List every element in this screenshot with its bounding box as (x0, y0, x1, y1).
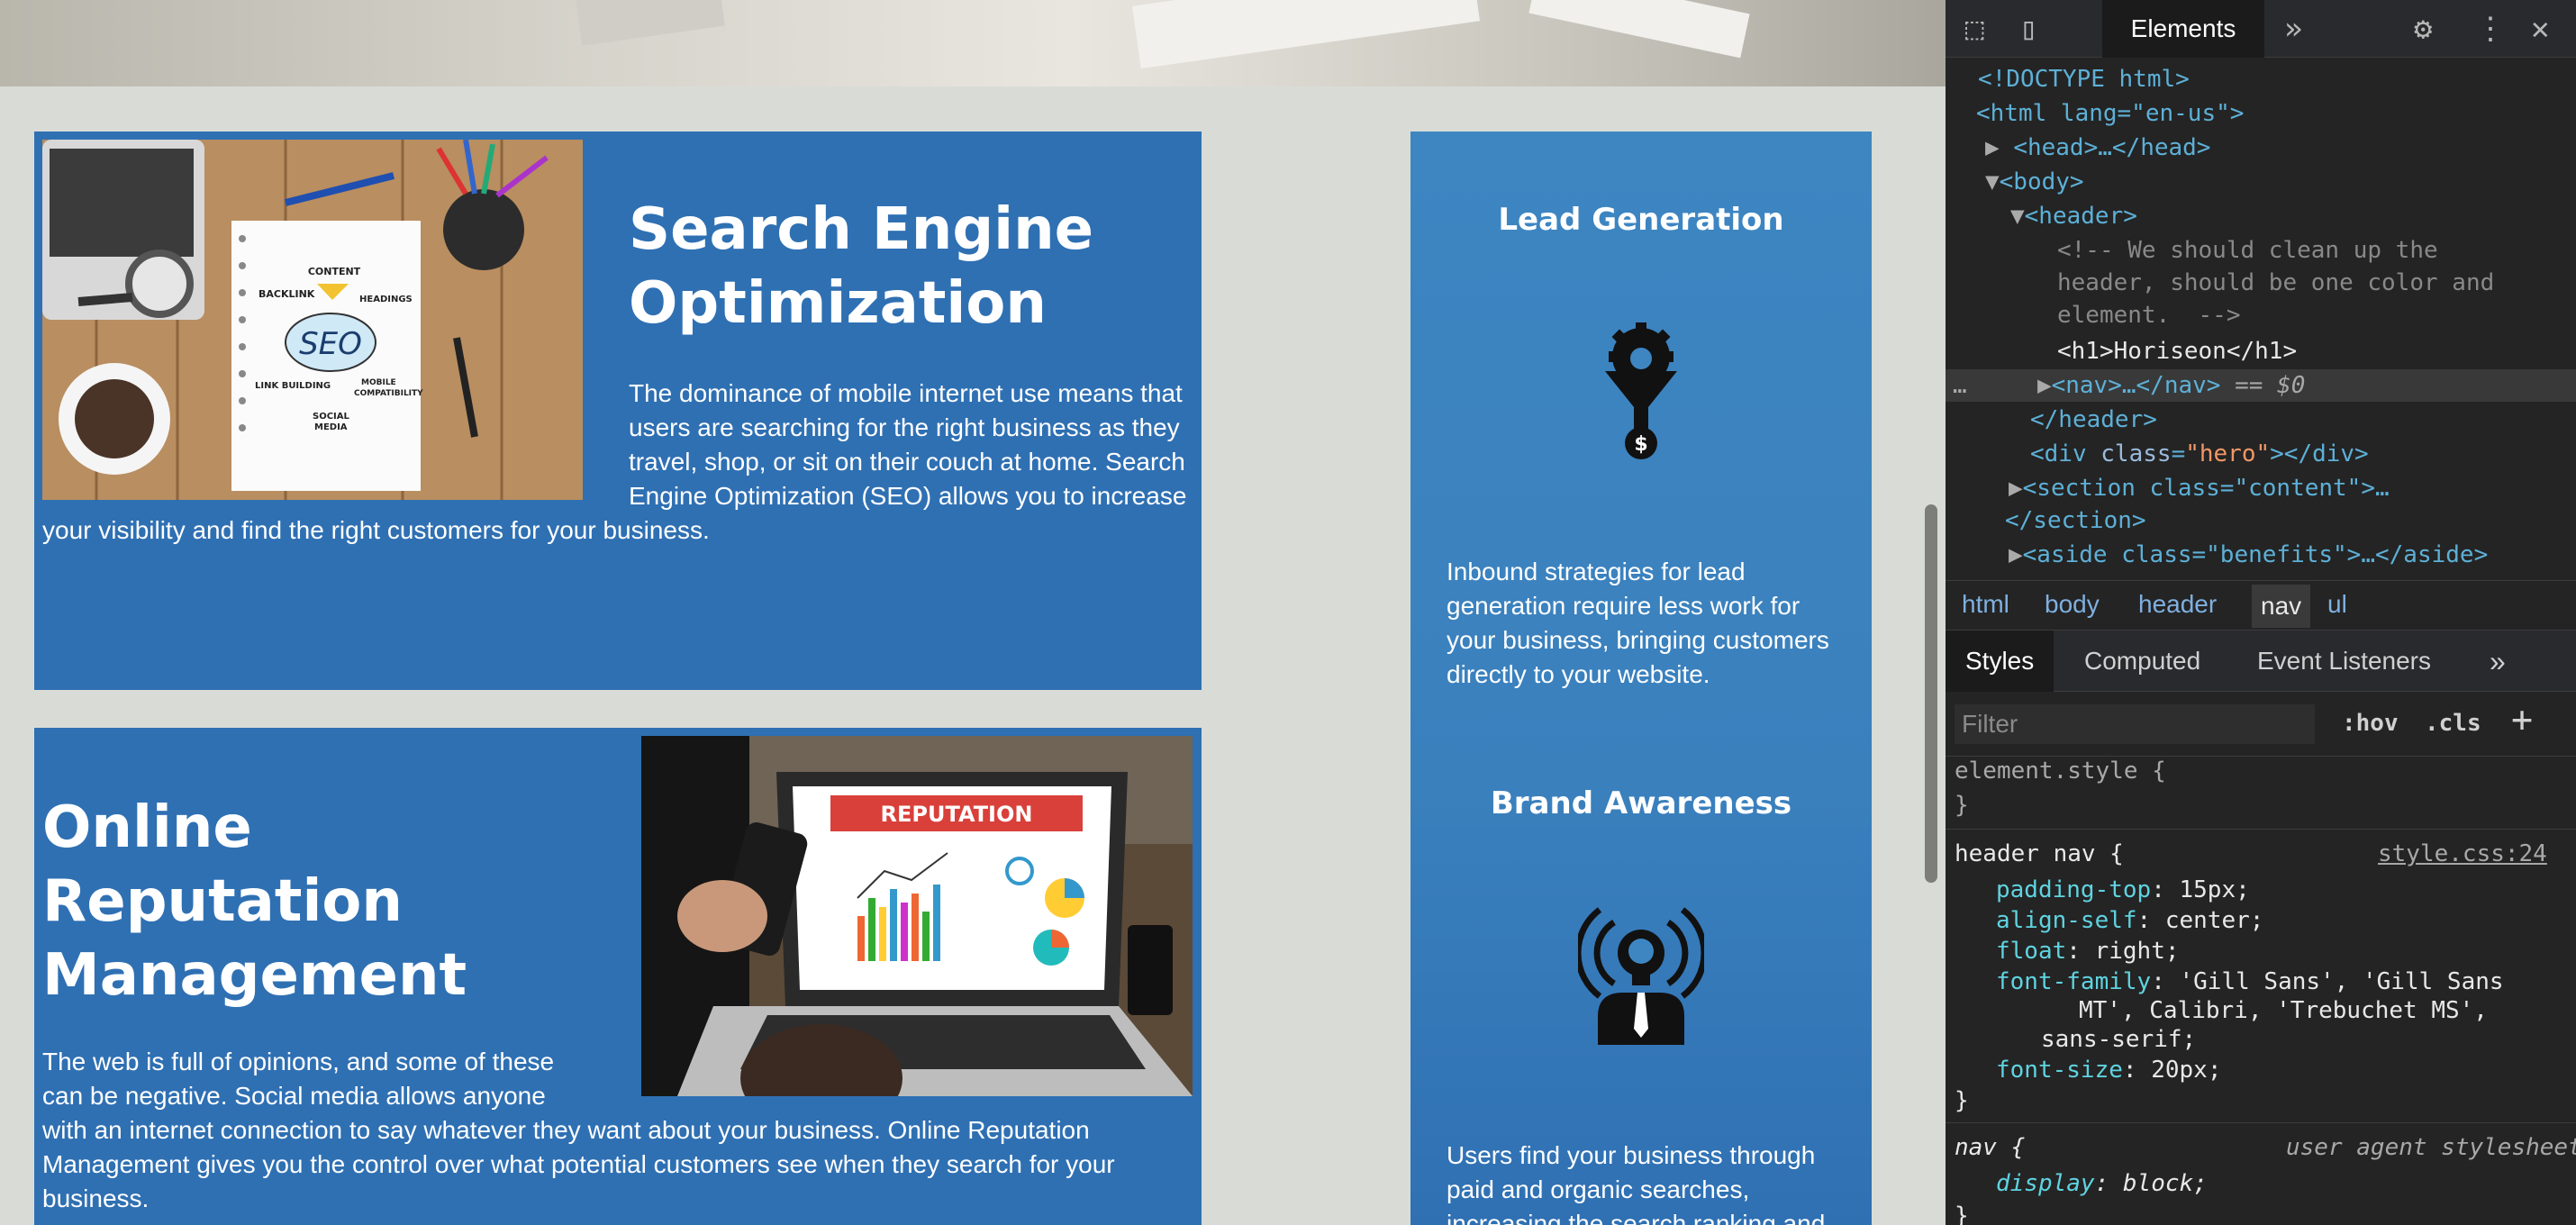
css-prop-font-size[interactable]: font-size: 20px; (1996, 1056, 2221, 1084)
header-nav-close: } (1955, 1087, 1969, 1114)
device-toolbar-icon[interactable]: ▯ (2019, 0, 2037, 58)
element-style-selector[interactable]: element.style { (1955, 757, 2166, 785)
gear-icon[interactable]: ⚙ (2414, 0, 2432, 58)
breadcrumb-nav[interactable]: nav (2252, 585, 2311, 628)
dom-comment-line-1[interactable]: <!-- We should clean up the (2057, 234, 2438, 267)
dom-line-doctype[interactable]: <!DOCTYPE html> (1978, 63, 2190, 95)
svg-text:REPUTATION: REPUTATION (881, 802, 1033, 827)
stylesheet-source-link[interactable]: style.css:24 (2378, 839, 2547, 868)
seo-card: SEO CONTENT BACKLINK HEADINGS LINK BUILD… (34, 132, 1202, 690)
nav-selector[interactable]: nav { (1955, 1133, 2025, 1162)
expand-triangle-icon[interactable]: ▶ (2037, 372, 2052, 399)
user-agent-stylesheet-label: user agent stylesheet (2286, 1134, 2576, 1161)
breadcrumb: html body header nav ul (1946, 580, 2576, 631)
css-prop-font-family-end: sans-serif; (2041, 1026, 2197, 1053)
dom-line-body[interactable]: ▼<body> (1985, 166, 2084, 198)
cls-toggle[interactable]: .cls (2425, 710, 2481, 737)
more-tabs-icon[interactable]: » (2490, 631, 2506, 692)
orm-title: Online Reputation Management (42, 794, 467, 1009)
breadcrumb-html[interactable]: html (1962, 590, 2009, 619)
lead-generation-title: Lead Generation (1498, 202, 1784, 238)
dom-line-h1[interactable]: <h1>Horiseon</h1> (2057, 335, 2297, 368)
dom-line-header[interactable]: ▼<header> (2010, 200, 2137, 232)
dom-line-section-close[interactable]: </section> (2005, 504, 2146, 537)
hero-image-strip (0, 0, 1946, 86)
seo-text-float-spacer (42, 377, 629, 513)
brand-awareness-title: Brand Awareness (1490, 785, 1792, 821)
svg-text:CONTENT: CONTENT (308, 266, 361, 277)
dom-line-nav[interactable]: … ▶<nav>…</nav> == $0 (1953, 369, 2305, 402)
filter-input[interactable]: Filter (1955, 704, 2315, 744)
brand-awareness-icon (1574, 903, 1708, 1047)
tab-styles[interactable]: Styles (1946, 631, 2054, 692)
hov-toggle[interactable]: :hov (2342, 710, 2399, 737)
expand-triangle-icon[interactable]: ▶ (2009, 475, 2023, 502)
css-prop-font-family-cont: MT', Calibri, 'Trebuchet MS', (2079, 997, 2488, 1024)
svg-text:$: $ (1634, 433, 1647, 456)
seo-title: Search Engine Optimization (629, 196, 1094, 337)
tab-event-listeners[interactable]: Event Listeners (2257, 631, 2431, 692)
dom-tree: <!DOCTYPE html> <html lang="en-us"> ▶ <h… (1946, 58, 2576, 580)
lead-generation-icon: $ (1596, 321, 1686, 465)
more-options-icon[interactable]: ⋮ (2475, 0, 2506, 58)
dom-line-aside[interactable]: ▶<aside class="benefits">…</aside> (2009, 539, 2488, 571)
dom-line-hero[interactable]: <div class="hero"></div> (2030, 438, 2369, 470)
rule-divider (1946, 829, 2576, 830)
reputation-illustration: REPUTATION (641, 736, 1193, 1096)
devtools-panel: ⬚ ▯ Elements » ⚙ ⋮ ✕ <!DOCTYPE html> <ht… (1946, 0, 2576, 1225)
css-prop-font-family[interactable]: font-family: 'Gill Sans', 'Gill Sans (1996, 967, 2504, 996)
collapse-triangle-icon[interactable]: ▼ (2010, 203, 2025, 230)
dom-comment-line-2[interactable]: header, should be one color and (2057, 267, 2494, 299)
orm-text-float-spacer (596, 1045, 1195, 1113)
element-style-close: } (1955, 792, 1969, 819)
orm-image: REPUTATION (641, 736, 1193, 1096)
inspect-element-icon[interactable]: ⬚ (1965, 0, 1983, 58)
svg-text:BACKLINK: BACKLINK (259, 288, 315, 300)
dom-line-head[interactable]: ▶ <head>…</head> (1985, 132, 2210, 164)
seo-body: The dominance of mobile internet use mea… (42, 377, 1195, 548)
page-scrollbar[interactable] (1925, 504, 1937, 883)
dom-line-section[interactable]: ▶<section class="content">… (2009, 472, 2390, 504)
benefits-aside: Lead Generation $ Inbound strategies for… (1410, 132, 1872, 1225)
styles-tabbar: Styles Computed Event Listeners » (1946, 631, 2576, 692)
svg-text:SEO: SEO (299, 326, 362, 362)
header-nav-selector[interactable]: header nav { (1955, 839, 2124, 868)
css-prop-align-self[interactable]: align-self: center; (1996, 906, 2263, 935)
css-prop-display[interactable]: display: block; (1996, 1169, 2208, 1198)
devtools-toolbar: ⬚ ▯ Elements » ⚙ ⋮ ✕ (1946, 0, 2576, 58)
dom-comment-line-3[interactable]: element. --> (2057, 299, 2241, 331)
dom-line-html[interactable]: <html lang="en-us"> (1976, 97, 2244, 130)
tab-elements[interactable]: Elements (2102, 0, 2264, 58)
new-rule-plus-icon[interactable]: + (2511, 699, 2533, 740)
breadcrumb-body[interactable]: body (2045, 590, 2100, 619)
styles-filter-bar: Filter :hov .cls + (1946, 692, 2576, 757)
expand-triangle-icon[interactable]: ▶ (2009, 541, 2023, 568)
svg-text:HEADINGS: HEADINGS (359, 295, 413, 304)
css-prop-padding-top[interactable]: padding-top: 15px; (1996, 876, 2250, 904)
close-icon[interactable]: ✕ (2531, 0, 2549, 58)
orm-card: REPUTATION Online Reputation Management … (34, 728, 1202, 1225)
dom-line-header-close[interactable]: </header> (2030, 404, 2157, 436)
lead-generation-body: Inbound strategies for lead generation r… (1447, 558, 1829, 688)
ellipsis-icon[interactable]: … (1953, 372, 1967, 399)
expand-triangle-icon[interactable]: ▶ (1985, 134, 2000, 161)
webpage-viewport: SEO CONTENT BACKLINK HEADINGS LINK BUILD… (0, 0, 1946, 1225)
nav-close: } (1955, 1202, 1969, 1225)
orm-body: The web is full of opinions, and some of… (42, 1045, 1195, 1216)
collapse-triangle-icon[interactable]: ▼ (1985, 168, 2000, 195)
tab-computed[interactable]: Computed (2084, 631, 2200, 692)
breadcrumb-header[interactable]: header (2138, 590, 2217, 619)
breadcrumb-ul[interactable]: ul (2327, 590, 2347, 619)
rule-divider (1946, 1122, 2576, 1123)
brand-awareness-body: Users find your business through paid an… (1447, 1141, 1826, 1225)
more-tabs-icon[interactable]: » (2284, 0, 2302, 58)
css-prop-float[interactable]: float: right; (1996, 937, 2180, 966)
